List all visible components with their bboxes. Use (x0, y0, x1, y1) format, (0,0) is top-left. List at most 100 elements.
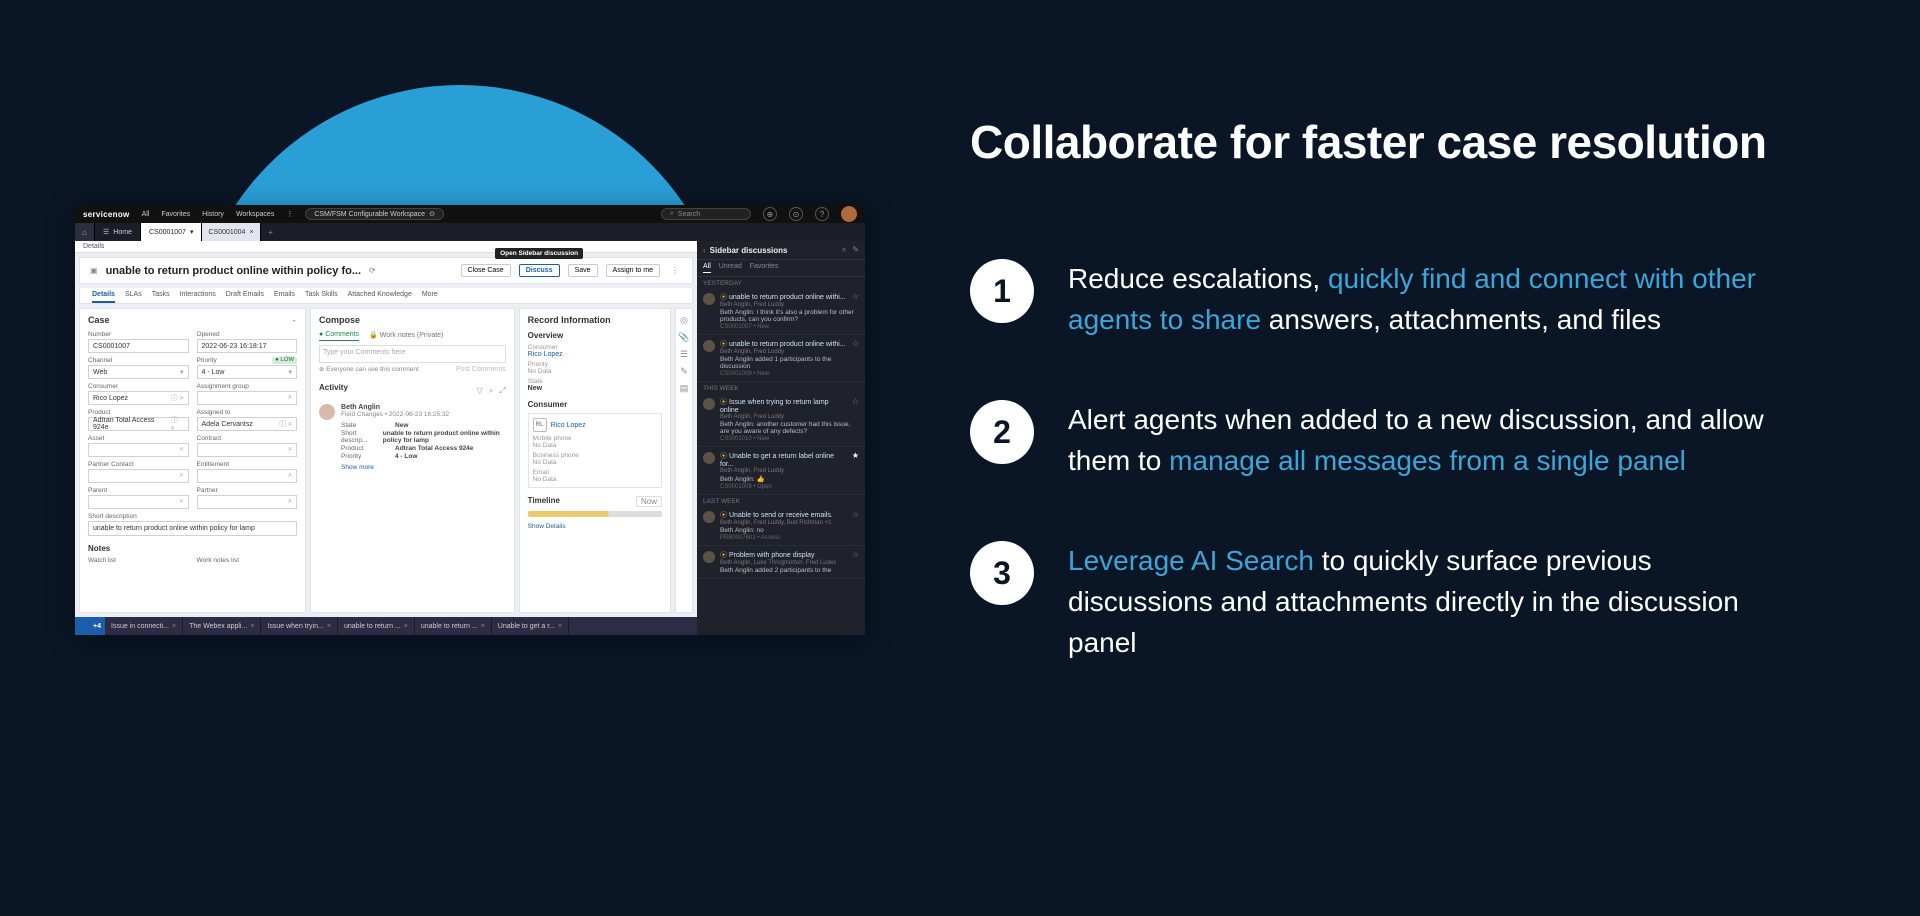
partner-contact-field[interactable]: ⌕ (88, 469, 189, 483)
sbtab-unread[interactable]: Unread (719, 263, 742, 273)
expand-icon[interactable]: ⤢ (499, 386, 505, 396)
rail-attach-icon[interactable]: 📎 (678, 332, 689, 343)
number-field[interactable]: CS0001007 (88, 339, 189, 353)
channel-field[interactable]: Web▾ (88, 365, 189, 379)
rectab-interactions[interactable]: Interactions (180, 288, 216, 303)
sidebar-new-icon[interactable]: ✎ (852, 245, 859, 255)
subtab-cs0001004[interactable]: CS0001004 × (202, 223, 260, 241)
overview-heading: Overview (528, 331, 662, 340)
collapse-icon[interactable]: ⌃ (291, 319, 297, 327)
rail-agent-icon[interactable]: ✎ (680, 366, 688, 377)
discussion-avatar (703, 293, 715, 305)
search-icon[interactable]: ⌕ (489, 386, 493, 396)
star-icon[interactable]: ★ (852, 451, 859, 460)
discussion-item[interactable]: ⦿ unable to return product online withi.… (697, 288, 865, 335)
close-case-button[interactable]: Close Case (461, 264, 511, 277)
show-more-link[interactable]: Show more (341, 464, 506, 471)
nav-more-icon[interactable]: ⋮ (286, 210, 293, 218)
rectab-slas[interactable]: SLAs (125, 288, 142, 303)
tab-cs0001007[interactable]: CS0001007 ▾ (141, 223, 203, 241)
short-description-field[interactable]: unable to return product online within p… (88, 521, 297, 536)
rectab-knowledge[interactable]: Attached Knowledge (348, 288, 412, 303)
scope-icon[interactable]: ⊕ (763, 207, 777, 221)
rail-template-icon[interactable]: ☰ (680, 349, 688, 360)
footer-tab[interactable]: Issue when tryin...× (261, 617, 338, 635)
side-rail: ◎ 📎 ☰ ✎ ▤ (675, 308, 693, 613)
discussion-item[interactable]: ⦿ Unable to get a return label online fo… (697, 447, 865, 495)
discussion-avatar (703, 551, 715, 563)
star-icon[interactable]: ☆ (852, 397, 859, 406)
star-icon[interactable]: ☆ (852, 339, 859, 348)
assign-to-me-button[interactable]: Assign to me (606, 264, 660, 277)
logo[interactable]: servicenow (83, 210, 130, 219)
nav-history[interactable]: History (202, 211, 224, 218)
consumer-heading: Consumer (528, 400, 662, 409)
compose-tab-comments[interactable]: ● Comments (319, 331, 359, 341)
save-button[interactable]: Save (568, 264, 598, 277)
star-icon[interactable]: ☆ (852, 292, 859, 301)
discussion-item[interactable]: ⦿ Issue when trying to return lamp onlin… (697, 393, 865, 447)
discussion-group-label: LAST WEEK (697, 495, 865, 506)
discussion-item[interactable]: ⦿ Problem with phone display☆Beth Anglin… (697, 546, 865, 579)
nav-workspaces[interactable]: Workspaces (236, 211, 274, 218)
consumer-link[interactable]: Rico Lopez (528, 351, 563, 358)
filter-icon[interactable]: ▽ (477, 386, 483, 395)
tab-home[interactable]: ☰ Home (95, 223, 141, 241)
partner-field[interactable]: ⌕ (197, 495, 298, 509)
home-icon[interactable]: ⌂ (75, 223, 95, 241)
rectab-details[interactable]: Details (92, 288, 115, 303)
footer-tab[interactable]: unable to return ...× (338, 617, 415, 635)
show-details-link[interactable]: Show Details (528, 523, 662, 530)
consumer-field[interactable]: Rico Lopezⓘ ⌕ (88, 391, 189, 405)
notes-heading: Notes (88, 544, 297, 553)
asset-field[interactable]: ⌕ (88, 443, 189, 457)
assigned-to-field[interactable]: Adela Cervantszⓘ ⌕ (197, 417, 298, 431)
footer-tab[interactable]: unable to return ...× (415, 617, 492, 635)
post-comments-button[interactable]: Post Comments (456, 366, 506, 373)
footer-tab[interactable]: Issue in connecti...× (105, 617, 183, 635)
rectab-tasks[interactable]: Tasks (152, 288, 170, 303)
rectab-taskskills[interactable]: Task Skills (305, 288, 338, 303)
tab-add[interactable]: + (261, 223, 281, 241)
parent-field[interactable]: ⌕ (88, 495, 189, 509)
global-search[interactable]: ⌕ Search (661, 208, 751, 220)
star-icon[interactable]: ☆ (852, 510, 859, 519)
app-topbar: servicenow All Favorites History Workspa… (75, 205, 865, 223)
user-avatar[interactable] (841, 206, 857, 222)
refresh-icon[interactable]: ⟳ (369, 266, 376, 275)
footer-tab[interactable]: Unable to get a r...× (492, 617, 569, 635)
more-actions-icon[interactable]: ⋮ (668, 266, 682, 275)
close-icon[interactable]: × (249, 229, 253, 236)
assignment-group-field[interactable]: ⌕ (197, 391, 298, 405)
rectab-more[interactable]: More (422, 288, 438, 303)
compose-heading: Compose (319, 315, 506, 325)
nav-all[interactable]: All (142, 211, 150, 218)
compose-tab-worknotes[interactable]: 🔒 Work notes (Private) (369, 331, 443, 341)
footer-count[interactable]: +4 (75, 617, 105, 635)
opened-field[interactable]: 2022-06-23 16:18:17 (197, 339, 298, 353)
sidebar-search-icon[interactable]: ⌕ (842, 245, 846, 255)
consumer-card-link[interactable]: Rico Lopez (551, 422, 586, 429)
footer-tab[interactable]: The Webex appli...× (183, 617, 261, 635)
discussion-item[interactable]: ⦿ unable to return product online withi.… (697, 335, 865, 382)
details-tab[interactable]: Details (75, 241, 697, 253)
rectab-draftemails[interactable]: Draft Emails (226, 288, 264, 303)
compose-input[interactable]: Type your Comments here (319, 345, 506, 363)
nav-favorites[interactable]: Favorites (161, 211, 190, 218)
help-icon[interactable]: ? (815, 207, 829, 221)
discussion-item[interactable]: ⦿ Unable to send or receive emails.☆Beth… (697, 506, 865, 546)
entitlement-field[interactable]: ⌕ (197, 469, 298, 483)
workspace-pill[interactable]: CSM/FSM Configurable Workspace ⊙ (305, 208, 444, 220)
rail-record-icon[interactable]: ◎ (680, 315, 688, 326)
sbtab-all[interactable]: All (703, 263, 711, 273)
notif-icon[interactable]: ⊙ (789, 207, 803, 221)
priority-field[interactable]: 4 - Low▾ (197, 365, 298, 379)
product-field[interactable]: Adtran Total Access 924eⓘ ⌕ (88, 417, 189, 431)
rail-doc-icon[interactable]: ▤ (680, 383, 689, 394)
contract-field[interactable]: ⌕ (197, 443, 298, 457)
discuss-button[interactable]: Discuss Open Sidebar discussion (519, 264, 560, 277)
sbtab-favorites[interactable]: Favorites (750, 263, 779, 273)
star-icon[interactable]: ☆ (852, 550, 859, 559)
rectab-emails[interactable]: Emails (274, 288, 295, 303)
chevron-left-icon[interactable]: ‹ (703, 246, 706, 255)
